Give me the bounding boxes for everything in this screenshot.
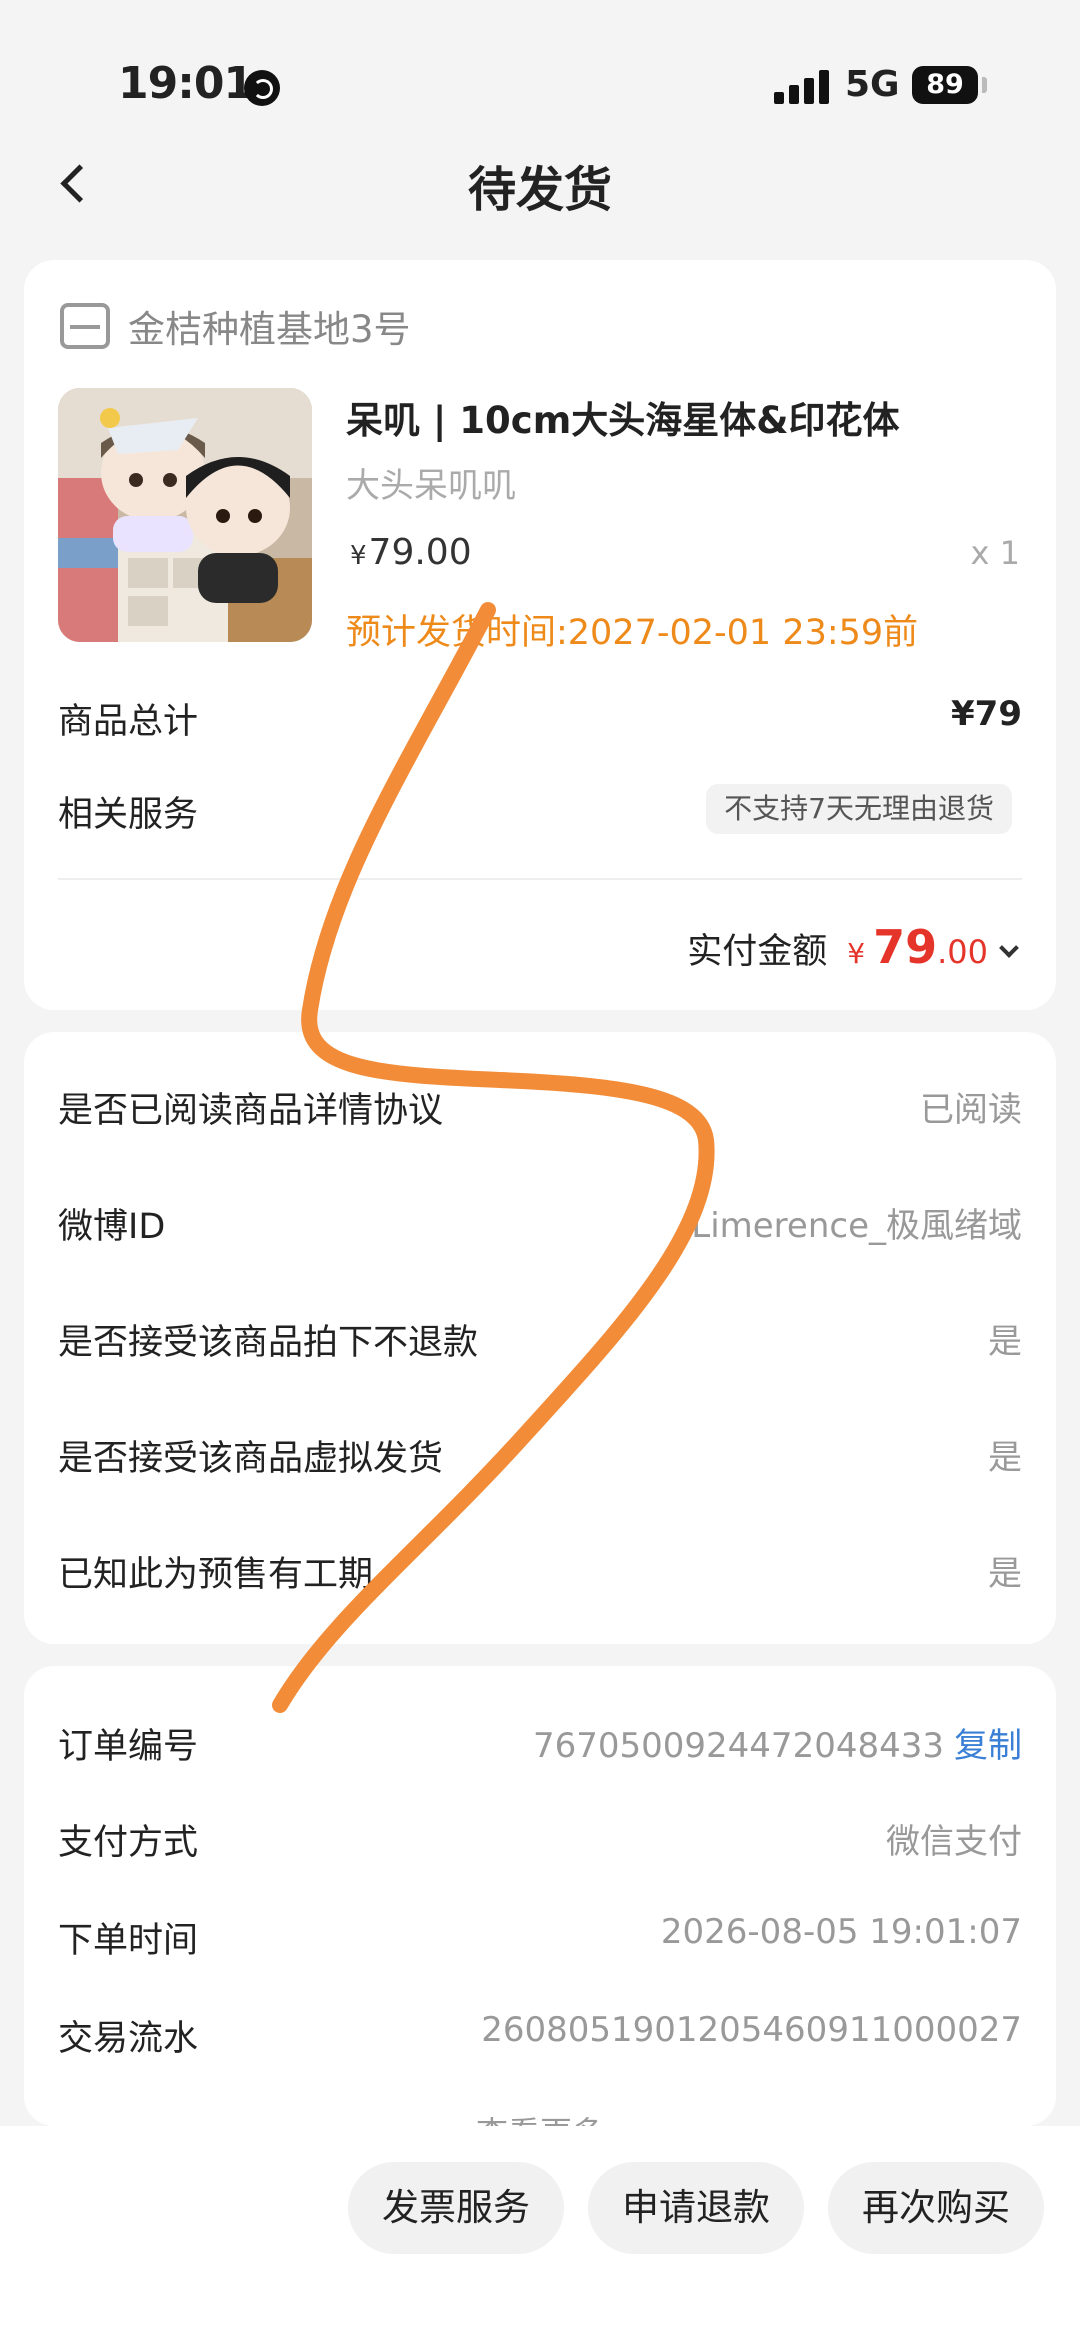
- question-value: 已阅读: [920, 1090, 1022, 1130]
- order-time-value: 2026-08-05 19:01:07: [660, 1912, 1022, 1952]
- product-quantity: x 1: [970, 534, 1020, 572]
- copy-button[interactable]: 复制: [954, 1726, 1022, 1766]
- status-time: 19:01: [118, 58, 254, 109]
- paid-amount-label: 实付金额: [687, 932, 828, 972]
- signal-icon: [774, 70, 830, 104]
- transaction-label: 交易流水: [58, 2019, 199, 2059]
- shop-name: 金桔种植基地3号: [128, 308, 411, 351]
- globe-icon: [244, 70, 280, 106]
- nav-bar: 待发货: [0, 130, 1080, 240]
- order-questions-card: 是否已阅读商品详情协议 已阅读 微博ID Limerence_极風绪域 是否接受…: [24, 1032, 1056, 1644]
- paid-amount[interactable]: 实付金额 ¥ 79 .00: [687, 920, 1019, 974]
- product-price: ¥79.00: [350, 532, 472, 573]
- question-label: 是否接受该商品拍下不退款: [58, 1323, 479, 1363]
- service-label: 相关服务: [58, 795, 199, 835]
- question-label: 已知此为预售有工期: [58, 1555, 374, 1595]
- transaction-value: 2608051901205460911000027: [481, 2010, 1022, 2050]
- paid-currency: ¥: [847, 937, 866, 970]
- question-value: 是: [988, 1438, 1022, 1478]
- request-refund-button[interactable]: 申请退款: [588, 2162, 804, 2254]
- question-label: 是否接受该商品虚拟发货: [58, 1439, 444, 1479]
- question-value: 是: [988, 1554, 1022, 1594]
- question-label: 微博ID: [58, 1207, 166, 1247]
- shop-icon: [60, 303, 110, 349]
- currency-symbol: ¥: [350, 541, 367, 571]
- invoice-service-button[interactable]: 发票服务: [348, 2162, 564, 2254]
- order-number-label: 订单编号: [58, 1727, 199, 1767]
- paid-amount-decimal: .00: [937, 933, 988, 971]
- order-summary-card: 金桔种植基地3号 呆叽 | 10cm大头海星体&印花体 大头呆叽叽 ¥79.00…: [24, 260, 1056, 1010]
- order-number: 7670500924472048433: [532, 1726, 944, 1766]
- chevron-down-icon: [999, 938, 1019, 958]
- price-value: 79.00: [368, 532, 472, 573]
- order-info-card: 订单编号 7670500924472048433 复制 支付方式 微信支付 下单时…: [24, 1666, 1056, 2126]
- status-bar: 19:01 5G 89: [0, 0, 1080, 130]
- view-more-link[interactable]: 查看更多: [24, 2108, 1056, 2126]
- goods-total-value: ¥79: [951, 694, 1022, 734]
- product-title[interactable]: 呆叽 | 10cm大头海星体&印花体: [346, 390, 900, 444]
- question-value: Limerence_极風绪域: [691, 1206, 1022, 1246]
- buy-again-button[interactable]: 再次购买: [828, 2162, 1044, 2254]
- product-variant: 大头呆叽叽: [346, 466, 516, 506]
- page-title: 待发货: [467, 162, 612, 218]
- product-image[interactable]: [58, 388, 312, 642]
- network-type: 5G: [845, 64, 900, 105]
- shop-header[interactable]: 金桔种植基地3号: [60, 298, 411, 354]
- order-time-label: 下单时间: [58, 1921, 199, 1961]
- goods-total-label: 商品总计: [58, 702, 199, 742]
- bottom-action-bar: 发票服务 申请退款 再次购买: [0, 2126, 1080, 2348]
- service-badge: 不支持7天无理由退货: [706, 784, 1012, 834]
- order-number-row: 7670500924472048433 复制: [533, 1718, 1022, 1767]
- battery-icon: 89: [912, 66, 978, 104]
- estimated-ship-time: 预计发货时间:2027-02-01 23:59前: [346, 613, 919, 653]
- divider: [58, 878, 1022, 880]
- question-value: 是: [988, 1322, 1022, 1362]
- paid-amount-integer: 79: [873, 920, 938, 974]
- question-label: 是否已阅读商品详情协议: [58, 1091, 444, 1131]
- battery-tip: [982, 77, 987, 93]
- payment-method-label: 支付方式: [58, 1823, 199, 1863]
- payment-method-value: 微信支付: [886, 1822, 1022, 1862]
